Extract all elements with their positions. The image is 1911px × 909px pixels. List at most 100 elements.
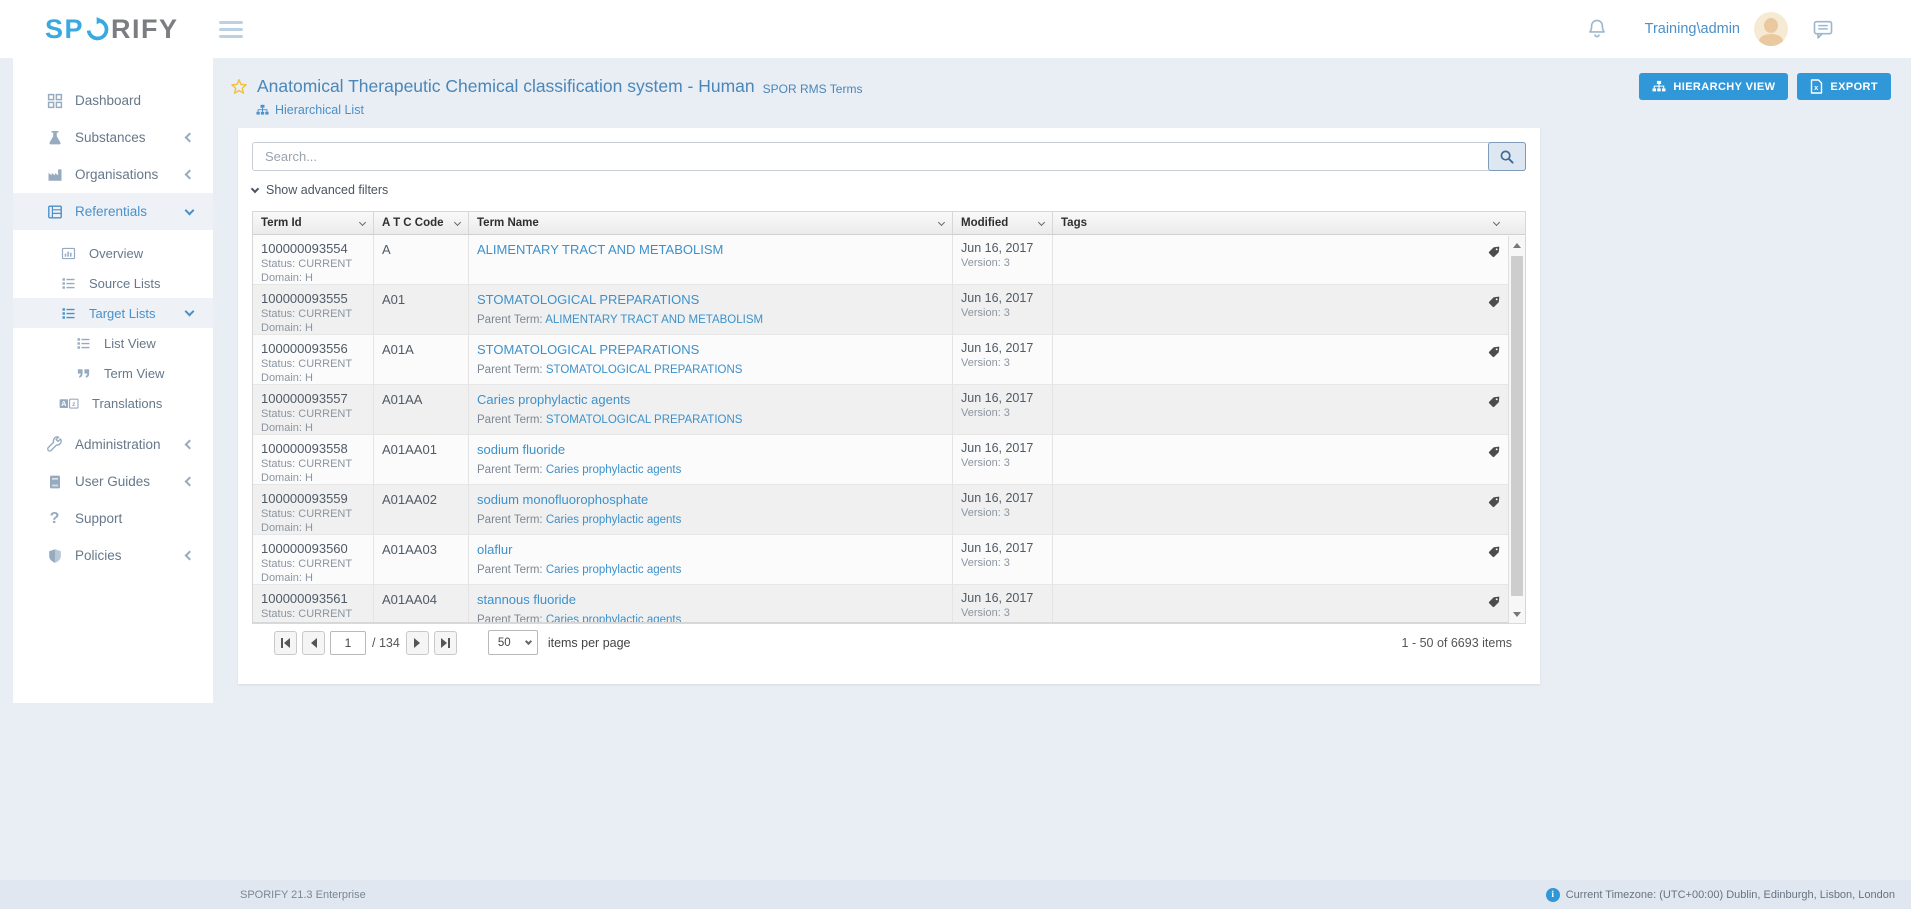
- table-body: 100000093554 Status: CURRENT Domain: H A…: [253, 235, 1525, 622]
- search-button[interactable]: [1488, 142, 1526, 171]
- avatar[interactable]: [1754, 12, 1788, 46]
- sidebar-item-target-lists[interactable]: Target Lists: [13, 298, 213, 328]
- column-menu-icon[interactable]: [1493, 218, 1500, 225]
- modified-date: Jun 16, 2017: [961, 241, 1044, 255]
- tag-icon[interactable]: [1487, 495, 1501, 514]
- atc-code-cell: A01AA02: [374, 485, 469, 535]
- sidebar-item-overview[interactable]: Overview: [13, 238, 213, 268]
- table-row: 100000093555 Status: CURRENT Domain: H A…: [253, 285, 1525, 335]
- version-label: Version: 3: [961, 407, 1044, 419]
- chevron-left-icon: [185, 133, 195, 143]
- tag-icon[interactable]: [1487, 245, 1501, 264]
- sidebar-item-substances[interactable]: Substances: [13, 119, 213, 156]
- term-name-link[interactable]: stannous fluoride: [477, 592, 576, 607]
- parent-term-link[interactable]: STOMATOLOGICAL PREPARATIONS: [546, 364, 743, 376]
- term-name-link[interactable]: ALIMENTARY TRACT AND METABOLISM: [477, 242, 723, 257]
- tag-icon[interactable]: [1487, 395, 1501, 414]
- term-name-link[interactable]: STOMATOLOGICAL PREPARATIONS: [477, 342, 699, 357]
- term-name-link[interactable]: sodium monofluorophosphate: [477, 492, 648, 507]
- tag-icon[interactable]: [1487, 445, 1501, 464]
- term-name-link[interactable]: sodium fluoride: [477, 442, 565, 457]
- svg-text:A: A: [61, 401, 66, 408]
- tag-icon[interactable]: [1487, 295, 1501, 314]
- term-name-link[interactable]: Caries prophylactic agents: [477, 392, 630, 407]
- column-menu-icon[interactable]: [1038, 218, 1045, 225]
- column-header-term-name[interactable]: Term Name: [469, 212, 953, 234]
- version-label: Version: 3: [961, 457, 1044, 469]
- page-number-input[interactable]: [330, 631, 366, 655]
- grid-icon: [46, 92, 63, 109]
- parent-term-link[interactable]: STOMATOLOGICAL PREPARATIONS: [546, 414, 743, 426]
- next-page-button[interactable]: [406, 631, 429, 655]
- chevron-down-icon: [251, 184, 259, 192]
- previous-page-button[interactable]: [302, 631, 325, 655]
- term-name-link[interactable]: olaflur: [477, 542, 512, 557]
- scroll-down-arrow[interactable]: [1509, 606, 1525, 622]
- logo-text-left: SP: [45, 14, 84, 45]
- sidebar-item-translations[interactable]: Az Translations: [13, 388, 213, 418]
- modified-cell: Jun 16, 2017 Version: 3: [953, 335, 1053, 385]
- sidebar-item-organisations[interactable]: Organisations: [13, 156, 213, 193]
- term-domain: Domain: H: [261, 422, 365, 434]
- sidebar-label: Translations: [92, 396, 162, 411]
- atc-code-cell: A01AA04: [374, 585, 469, 622]
- term-name-cell: stannous fluoride Parent Term: Caries pr…: [469, 585, 953, 622]
- sidebar-item-administration[interactable]: Administration: [13, 426, 213, 463]
- favorite-star-icon[interactable]: [230, 78, 248, 96]
- parent-term-label: Parent Term:: [477, 614, 543, 622]
- column-header-modified[interactable]: Modified: [953, 212, 1053, 234]
- first-page-button[interactable]: [274, 631, 297, 655]
- sidebar-label: Source Lists: [89, 276, 161, 291]
- menu-toggle-icon[interactable]: [219, 17, 243, 42]
- notifications-bell-icon[interactable]: [1587, 18, 1607, 40]
- content-card: Show advanced filters Term Id A T C Code…: [238, 128, 1540, 684]
- sidebar-item-user-guides[interactable]: User Guides: [13, 463, 213, 500]
- export-button[interactable]: x EXPORT: [1797, 73, 1891, 100]
- column-menu-icon[interactable]: [938, 218, 945, 225]
- sidebar-item-dashboard[interactable]: Dashboard: [13, 82, 213, 119]
- sidebar-item-policies[interactable]: Policies: [13, 537, 213, 574]
- scrollbar-thumb[interactable]: [1511, 256, 1523, 596]
- column-header-atc-code[interactable]: A T C Code: [374, 212, 469, 234]
- sidebar-item-source-lists[interactable]: Source Lists: [13, 268, 213, 298]
- parent-term-link[interactable]: Caries prophylactic agents: [546, 564, 682, 576]
- modified-date: Jun 16, 2017: [961, 491, 1044, 505]
- term-name-cell: STOMATOLOGICAL PREPARATIONS Parent Term:…: [469, 285, 953, 335]
- sidebar-item-referentials[interactable]: Referentials: [13, 193, 213, 230]
- sidebar-item-support[interactable]: ? Support: [13, 500, 213, 537]
- term-id: 100000093560: [261, 541, 365, 556]
- term-name-link[interactable]: STOMATOLOGICAL PREPARATIONS: [477, 292, 699, 307]
- parent-term-link[interactable]: ALIMENTARY TRACT AND METABOLISM: [545, 314, 763, 326]
- atc-code: A01AA02: [382, 492, 437, 507]
- user-menu[interactable]: Training\admin: [1645, 21, 1740, 37]
- parent-term-link[interactable]: Caries prophylactic agents: [546, 614, 682, 622]
- items-per-page-select[interactable]: 50: [488, 630, 538, 655]
- hierarchy-view-button[interactable]: HIERARCHY VIEW: [1639, 73, 1788, 100]
- column-header-tags[interactable]: Tags: [1053, 212, 1525, 234]
- sidebar-label: Policies: [75, 548, 122, 563]
- tag-icon[interactable]: [1487, 545, 1501, 564]
- question-icon: ?: [46, 510, 63, 527]
- modified-date: Jun 16, 2017: [961, 391, 1044, 405]
- parent-term-link[interactable]: Caries prophylactic agents: [546, 514, 682, 526]
- sidebar-item-list-view[interactable]: List View: [13, 328, 213, 358]
- table-scrollbar[interactable]: [1508, 236, 1525, 623]
- atc-code-cell: A01AA03: [374, 535, 469, 585]
- sidebar-item-term-view[interactable]: Term View: [13, 358, 213, 388]
- search-input[interactable]: [252, 142, 1526, 171]
- tag-icon[interactable]: [1487, 595, 1501, 614]
- last-page-button[interactable]: [434, 631, 457, 655]
- tag-icon[interactable]: [1487, 345, 1501, 364]
- translate-icon: Az: [58, 395, 80, 412]
- column-menu-icon[interactable]: [359, 218, 366, 225]
- parent-term-link[interactable]: Caries prophylactic agents: [546, 464, 682, 476]
- hierarchical-list-label: Hierarchical List: [275, 103, 364, 117]
- term-id-cell: 100000093557 Status: CURRENT Domain: H: [253, 385, 374, 435]
- column-menu-icon[interactable]: [454, 218, 461, 225]
- column-header-term-id[interactable]: Term Id: [253, 212, 374, 234]
- scroll-up-arrow[interactable]: [1509, 237, 1525, 253]
- chat-icon[interactable]: [1813, 20, 1833, 39]
- advanced-filters-toggle[interactable]: Show advanced filters: [252, 183, 1526, 197]
- hierarchical-list-link[interactable]: Hierarchical List: [256, 103, 862, 117]
- app-logo[interactable]: SP RIFY: [45, 14, 179, 45]
